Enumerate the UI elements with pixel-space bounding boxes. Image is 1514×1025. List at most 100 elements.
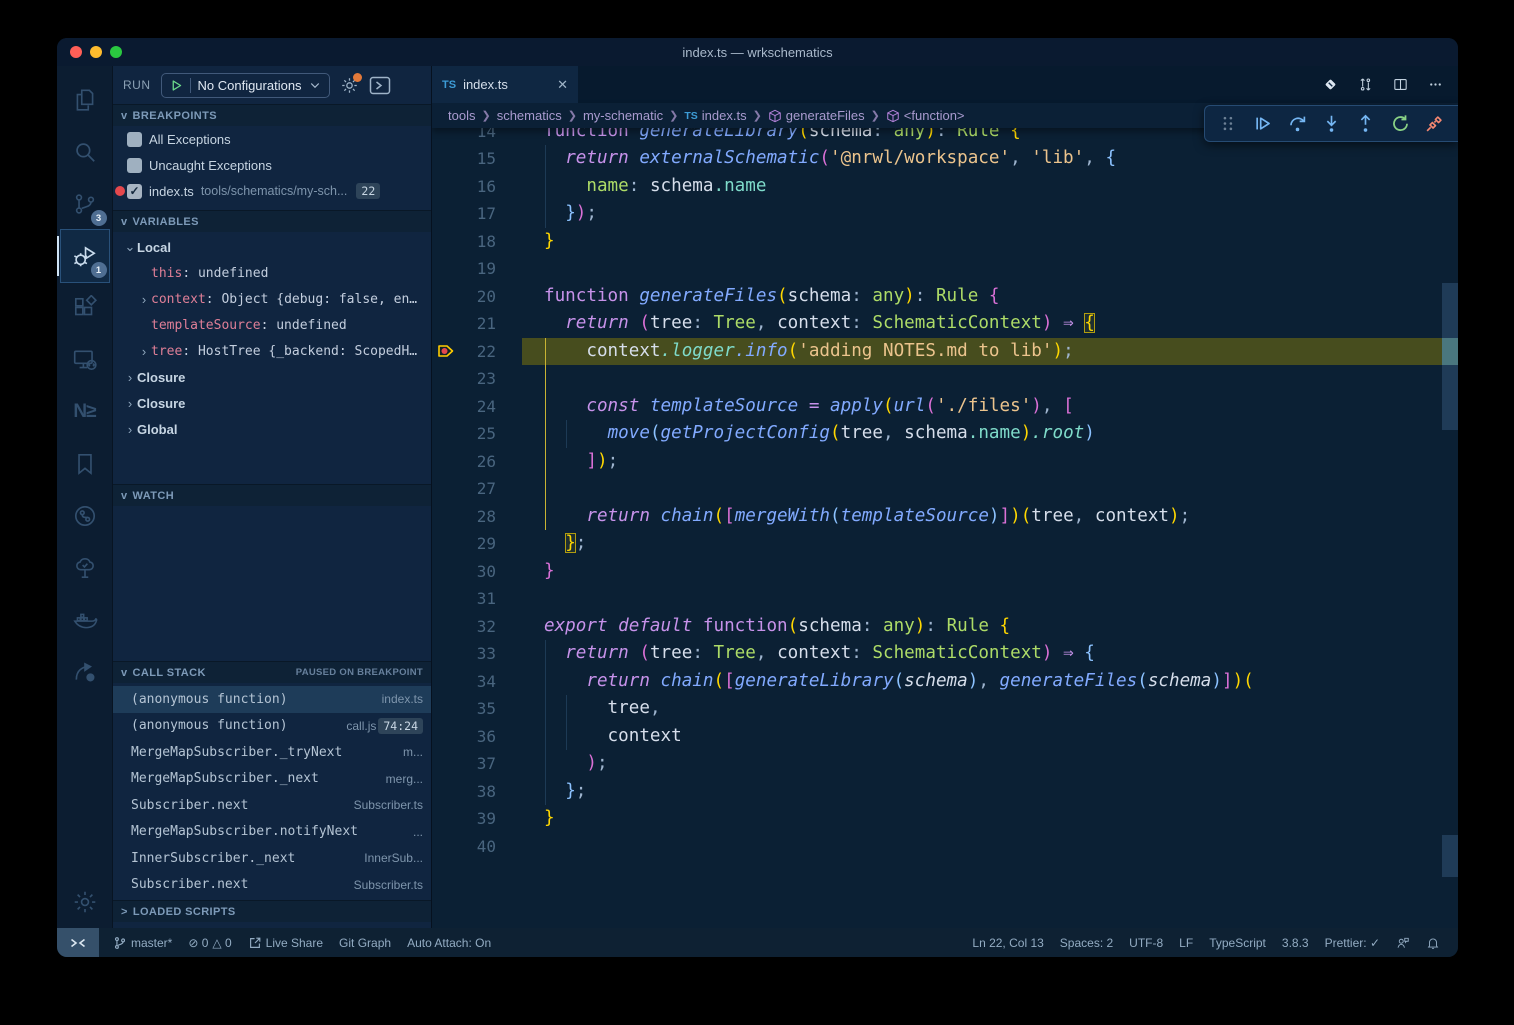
call-stack-frame[interactable]: Subscriber.nextSubscriber.ts bbox=[113, 792, 431, 819]
code-line[interactable]: 38 }; bbox=[432, 778, 1442, 806]
debug-console-icon[interactable] bbox=[369, 76, 391, 95]
breakpoints-section-header[interactable]: vBREAKPOINTS bbox=[113, 104, 431, 126]
compare-changes-icon[interactable] bbox=[1357, 76, 1374, 93]
variable-row[interactable]: ›Global bbox=[113, 416, 431, 442]
variable-row[interactable]: this: undefined bbox=[113, 260, 431, 286]
breakpoint-checkbox[interactable]: ✓ bbox=[127, 132, 142, 147]
activity-bar-item-liveshare[interactable] bbox=[61, 646, 109, 698]
gitlens-annotations-icon[interactable] bbox=[1322, 76, 1339, 93]
activity-bar-item-todo-tree[interactable] bbox=[61, 542, 109, 594]
breadcrumb-item[interactable]: schematics bbox=[497, 108, 562, 123]
code-line[interactable]: 40 bbox=[432, 833, 1442, 861]
debug-disconnect-button[interactable] bbox=[1421, 110, 1449, 138]
code-line[interactable]: 35 tree, bbox=[432, 695, 1442, 723]
tab-close-icon[interactable]: ✕ bbox=[557, 77, 568, 93]
call-stack-frame[interactable]: (anonymous function)call.js74:24 bbox=[113, 713, 431, 740]
variable-row[interactable]: ›context: Object {debug: false, en… bbox=[113, 286, 431, 312]
loaded-scripts-section-header[interactable]: >LOADED SCRIPTS bbox=[113, 900, 431, 922]
status-indentation[interactable]: Spaces: 2 bbox=[1052, 936, 1121, 950]
code-line[interactable]: 22 context.logger.info('adding NOTES.md … bbox=[432, 338, 1442, 366]
status-eol[interactable]: LF bbox=[1171, 936, 1201, 950]
debug-step-out-button[interactable] bbox=[1352, 110, 1380, 138]
debug-continue-button[interactable] bbox=[1249, 110, 1277, 138]
code-editor[interactable]: 14function generateLibrary(schema: any):… bbox=[432, 118, 1442, 861]
code-line[interactable]: 30} bbox=[432, 558, 1442, 586]
breakpoint-checkbox[interactable]: ✓ bbox=[127, 158, 142, 173]
activity-bar-item-docker[interactable] bbox=[61, 594, 109, 646]
debug-step-into-button[interactable] bbox=[1317, 110, 1345, 138]
code-line[interactable]: 27 bbox=[432, 475, 1442, 503]
code-line[interactable]: 29 }; bbox=[432, 530, 1442, 558]
code-line[interactable]: 28 return chain([mergeWith(templateSourc… bbox=[432, 503, 1442, 531]
breadcrumb-item[interactable]: generateFiles bbox=[768, 108, 865, 123]
breadcrumb-item[interactable]: tools bbox=[448, 108, 475, 123]
call-stack-frame[interactable]: InnerSubscriber._nextInnerSub... bbox=[113, 845, 431, 872]
code-line[interactable]: 25 move(getProjectConfig(tree, schema.na… bbox=[432, 420, 1442, 448]
status-encoding[interactable]: UTF-8 bbox=[1121, 936, 1171, 950]
breakpoint-row[interactable]: ✓index.tstools/schematics/my-sch...22 bbox=[113, 178, 431, 204]
call-stack-frame[interactable]: (anonymous function)index.ts bbox=[113, 686, 431, 713]
code-line[interactable]: 37 ); bbox=[432, 750, 1442, 778]
debug-current-line-breakpoint-icon[interactable] bbox=[437, 343, 457, 359]
activity-bar-item-run-debug[interactable]: 1 bbox=[61, 230, 109, 282]
variable-row[interactable]: ›Closure bbox=[113, 364, 431, 390]
remote-indicator[interactable] bbox=[57, 928, 99, 957]
breakpoint-row[interactable]: ✓Uncaught Exceptions bbox=[113, 152, 431, 178]
status-live-share[interactable]: Live Share bbox=[240, 936, 331, 950]
call-stack-frame[interactable]: MergeMapSubscriber._tryNextm... bbox=[113, 739, 431, 766]
activity-bar-item-gitlens[interactable] bbox=[61, 490, 109, 542]
code-line[interactable]: 32export default function(schema: any): … bbox=[432, 613, 1442, 641]
debug-step-over-button[interactable] bbox=[1283, 110, 1311, 138]
call-stack-frame[interactable]: MergeMapSubscriber.notifyNext... bbox=[113, 819, 431, 846]
activity-bar-item-explorer[interactable] bbox=[61, 74, 109, 126]
breadcrumb-item[interactable]: <function> bbox=[886, 108, 965, 123]
split-editor-icon[interactable] bbox=[1392, 76, 1409, 93]
activity-bar-item-bookmarks[interactable] bbox=[61, 438, 109, 490]
status-problems[interactable]: ⊘ 0△ 0 bbox=[180, 936, 239, 950]
breadcrumb-item[interactable]: my-schematic bbox=[583, 108, 663, 123]
activity-bar-item-extensions[interactable] bbox=[61, 282, 109, 334]
tab-index-ts[interactable]: TS index.ts ✕ bbox=[432, 66, 578, 103]
code-line[interactable]: 34 return chain([generateLibrary(schema)… bbox=[432, 668, 1442, 696]
code-line[interactable]: 31 bbox=[432, 585, 1442, 613]
code-line[interactable]: 33 return (tree: Tree, context: Schemati… bbox=[432, 640, 1442, 668]
code-line[interactable]: 18} bbox=[432, 228, 1442, 256]
variables-section-header[interactable]: vVARIABLES bbox=[113, 210, 431, 232]
code-line[interactable]: 39} bbox=[432, 805, 1442, 833]
more-actions-icon[interactable] bbox=[1427, 76, 1444, 93]
status-language-mode[interactable]: TypeScript bbox=[1201, 936, 1274, 950]
status-ts-version[interactable]: 3.8.3 bbox=[1274, 936, 1317, 950]
variable-row[interactable]: ⌄Local bbox=[113, 234, 431, 260]
code-line[interactable]: 23 bbox=[432, 365, 1442, 393]
activity-bar-item-remote-explorer[interactable] bbox=[61, 334, 109, 386]
status-branch[interactable]: master* bbox=[105, 936, 180, 950]
variable-row[interactable]: ›tree: HostTree {_backend: ScopedH… bbox=[113, 338, 431, 364]
editor-scrollbar[interactable] bbox=[1442, 66, 1458, 928]
code-line[interactable]: 26 ]); bbox=[432, 448, 1442, 476]
status-git-graph[interactable]: Git Graph bbox=[331, 936, 399, 950]
code-line[interactable]: 36 context bbox=[432, 723, 1442, 751]
status-auto-attach[interactable]: Auto Attach: On bbox=[399, 936, 499, 950]
debug-settings-gear[interactable] bbox=[340, 76, 359, 95]
breakpoint-checkbox[interactable]: ✓ bbox=[127, 184, 142, 199]
status-cursor-position[interactable]: Ln 22, Col 13 bbox=[964, 936, 1051, 950]
breadcrumb-item[interactable]: TSindex.ts bbox=[684, 108, 746, 123]
variable-row[interactable]: templateSource: undefined bbox=[113, 312, 431, 338]
code-line[interactable]: 17 }); bbox=[432, 200, 1442, 228]
call-stack-frame[interactable]: Subscriber.nextSubscriber.ts bbox=[113, 872, 431, 899]
debug-drag-handle-button[interactable] bbox=[1214, 110, 1242, 138]
code-line[interactable]: 19 bbox=[432, 255, 1442, 283]
status-prettier[interactable]: Prettier: ✓ bbox=[1317, 936, 1388, 950]
launch-configuration-dropdown[interactable]: No Configurations bbox=[161, 73, 330, 98]
variable-row[interactable]: ›Closure bbox=[113, 390, 431, 416]
code-line[interactable]: 20function generateFiles(schema: any): R… bbox=[432, 283, 1442, 311]
call-stack-frame[interactable]: MergeMapSubscriber._nextmerg... bbox=[113, 766, 431, 793]
feedback-icon[interactable] bbox=[1388, 936, 1418, 950]
code-line[interactable]: 16 name: schema.name bbox=[432, 173, 1442, 201]
activity-bar-item-source-control[interactable]: 3 bbox=[61, 178, 109, 230]
start-debug-icon[interactable] bbox=[170, 79, 183, 92]
activity-bar-item-search[interactable] bbox=[61, 126, 109, 178]
notifications-bell-icon[interactable] bbox=[1418, 936, 1448, 950]
code-line[interactable]: 15 return externalSchematic('@nrwl/works… bbox=[432, 145, 1442, 173]
breakpoint-row[interactable]: ✓All Exceptions bbox=[113, 126, 431, 152]
